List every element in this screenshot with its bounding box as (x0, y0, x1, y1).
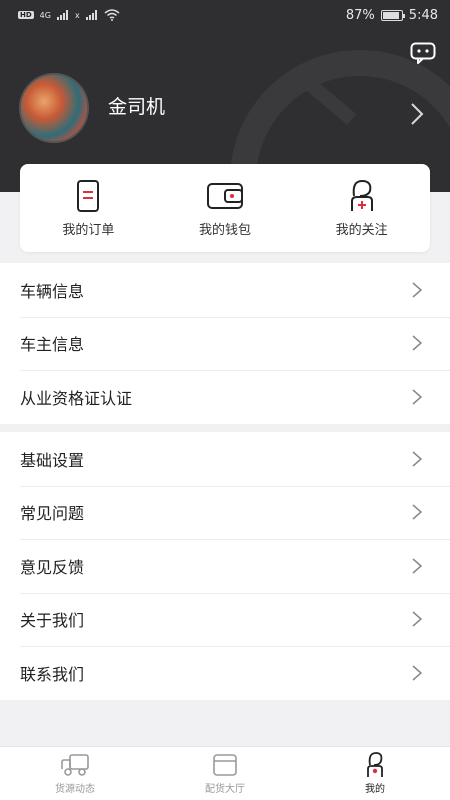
chevron-right-icon (412, 611, 422, 627)
battery-percent: 87% (345, 7, 375, 23)
list-item-vehicle-info[interactable]: 车辆信息 (0, 263, 450, 317)
tab-label: 配货大厅 (205, 784, 245, 795)
hd-badge: HD (18, 11, 34, 19)
list-item-label: 意见反馈 (20, 557, 85, 577)
wifi-icon (104, 9, 120, 21)
list-item-owner-info[interactable]: 车主信息 (0, 316, 450, 371)
list-item-basic-settings[interactable]: 基础设置 (0, 432, 450, 486)
list-item-qualification[interactable]: 从业资格证认证 (0, 370, 450, 424)
profile-icon (367, 752, 383, 777)
status-icons: HD 4G x (18, 9, 120, 21)
list-item-about-us[interactable]: 关于我们 (0, 592, 450, 647)
list-item-contact-us[interactable]: 联系我们 (0, 646, 450, 700)
chevron-right-icon[interactable] (410, 102, 424, 126)
signal-icon (56, 10, 68, 20)
network-label: 4G (39, 10, 51, 20)
chevron-right-icon (412, 389, 422, 405)
list-item-label: 联系我们 (20, 664, 85, 684)
bottom-tab-bar: 货源动态 配货大厅 我的 (0, 746, 450, 800)
my-wallet-button[interactable]: 我的钱包 (170, 179, 280, 238)
tab-label: 我的 (365, 784, 385, 795)
chevron-right-icon (412, 504, 422, 520)
chevron-right-icon (412, 335, 422, 351)
order-icon (77, 179, 100, 212)
vehicle-info-section: 车辆信息 车主信息 从业资格证认证 (0, 263, 450, 424)
status-right: 87% 5:48 (346, 8, 438, 23)
my-orders-label: 我的订单 (62, 222, 115, 238)
tab-label: 货源动态 (55, 784, 95, 795)
list-item-label: 常见问题 (20, 504, 85, 524)
my-follows-button[interactable]: 我的关注 (307, 179, 417, 238)
list-item-label: 从业资格证认证 (20, 388, 133, 408)
battery-icon (380, 9, 405, 21)
tab-cargo-updates[interactable]: 货源动态 (0, 747, 150, 800)
chevron-right-icon (412, 665, 422, 681)
wallet-icon (206, 182, 243, 209)
no-sim-mark: x (74, 10, 80, 20)
my-follows-label: 我的关注 (335, 222, 388, 238)
settings-section: 基础设置 常见问题 意见反馈 关于我们 联系我们 (0, 432, 450, 700)
signal-icon-2 (85, 10, 97, 20)
list-item-faq[interactable]: 常见问题 (0, 485, 450, 540)
quick-actions-card: 我的订单 我的钱包 我的关注 (20, 164, 430, 252)
list-item-label: 关于我们 (20, 611, 85, 631)
hall-icon (213, 754, 237, 776)
chevron-right-icon (412, 558, 422, 574)
chevron-right-icon (412, 282, 422, 298)
list-item-label: 基础设置 (20, 450, 85, 470)
list-item-feedback[interactable]: 意见反馈 (0, 539, 450, 593)
message-icon[interactable] (410, 42, 436, 64)
my-orders-button[interactable]: 我的订单 (33, 179, 143, 238)
clock: 5:48 (408, 7, 438, 23)
status-bar: HD 4G x 87% 5:48 (0, 0, 450, 30)
my-wallet-label: 我的钱包 (198, 222, 251, 238)
driver-name[interactable]: 金司机 (108, 92, 165, 119)
truck-icon (61, 754, 89, 776)
follow-icon (350, 179, 373, 211)
list-item-label: 车主信息 (20, 335, 85, 355)
list-item-label: 车辆信息 (20, 281, 85, 301)
chevron-right-icon (412, 451, 422, 467)
avatar[interactable] (19, 73, 89, 143)
tab-dispatch-hall[interactable]: 配货大厅 (150, 747, 300, 800)
tab-mine[interactable]: 我的 (300, 747, 450, 800)
